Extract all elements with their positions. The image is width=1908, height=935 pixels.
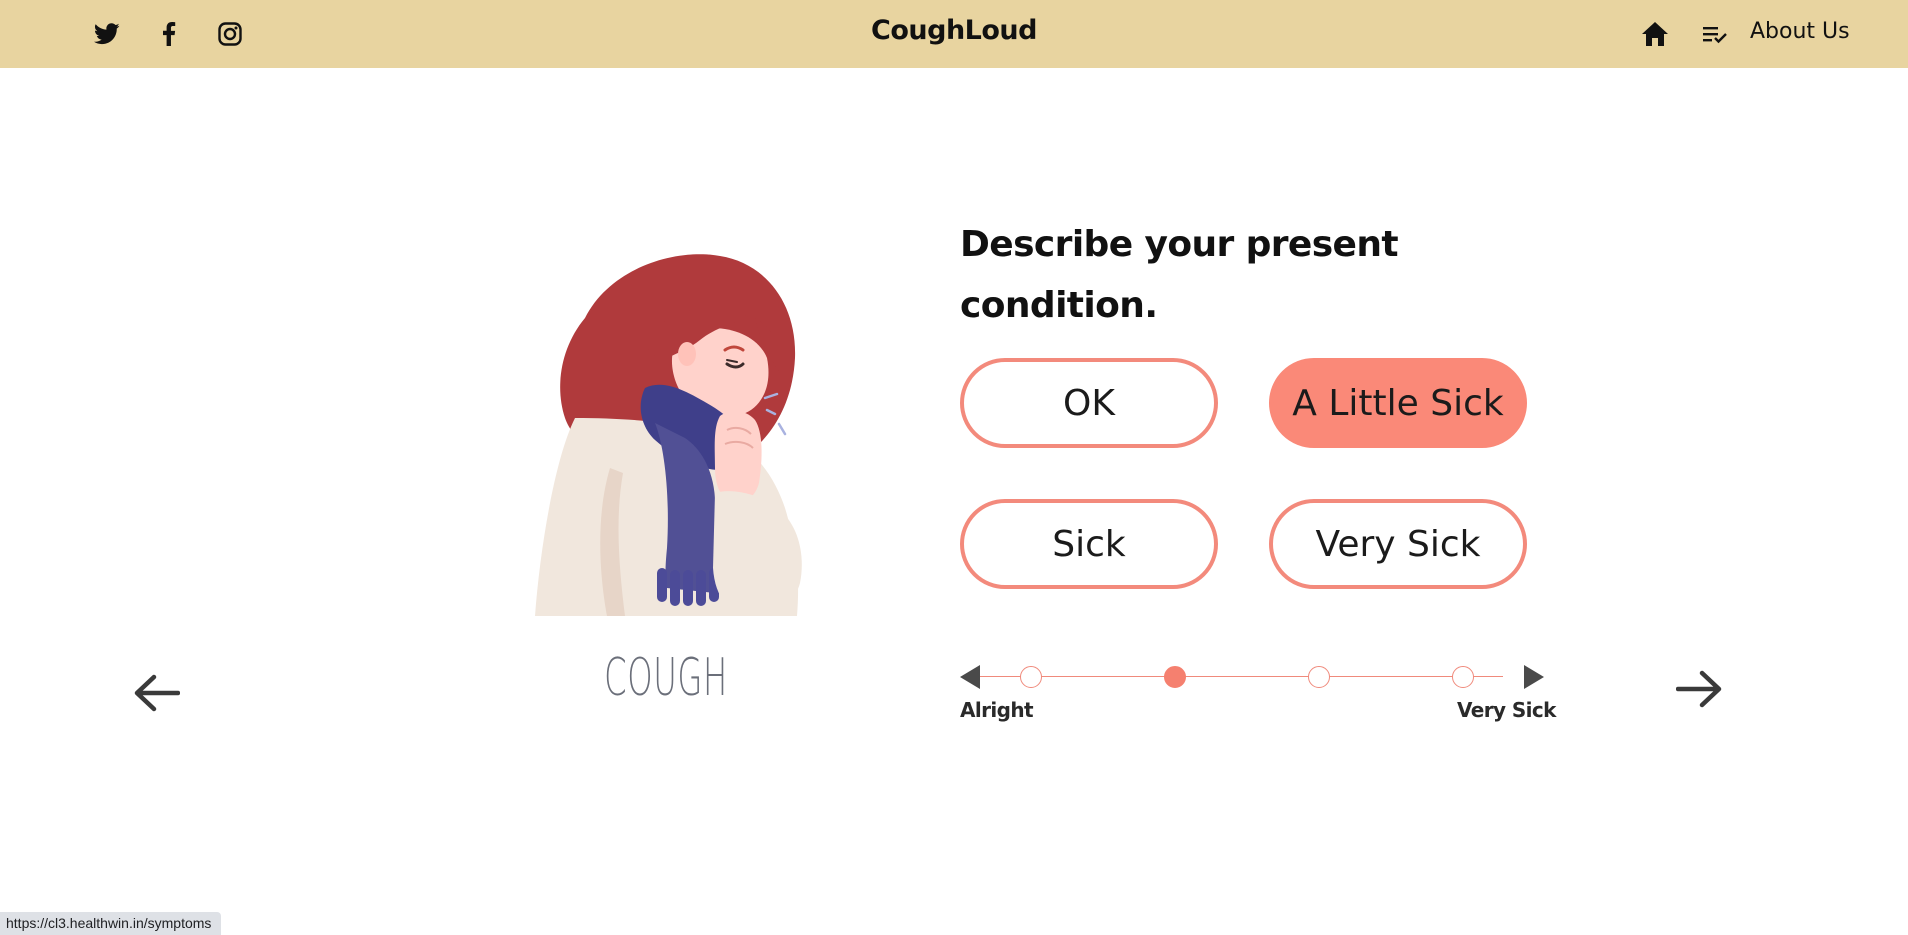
question-title: Describe your present condition. (960, 224, 1399, 326)
list-check-icon[interactable] (1700, 20, 1730, 48)
scale-step-1[interactable] (1020, 666, 1042, 688)
scale-start-arrow (960, 665, 980, 689)
twitter-icon[interactable] (93, 20, 121, 48)
arrow-left-icon[interactable] (129, 666, 183, 720)
scale-end-arrow (1524, 665, 1544, 689)
top-navbar: CoughLoud About Us (0, 0, 1908, 68)
option-a-little-sick-button[interactable]: A Little Sick (1269, 358, 1527, 448)
facebook-icon[interactable] (155, 20, 183, 48)
arrow-right-icon[interactable] (1673, 662, 1727, 716)
scale-step-4[interactable] (1452, 666, 1474, 688)
scale-step-2[interactable] (1164, 666, 1186, 688)
option-ok-button[interactable]: OK (960, 358, 1218, 448)
brand-title[interactable]: CoughLoud (0, 15, 1908, 46)
scale-min-label: Alright (960, 698, 1034, 722)
scale-step-3[interactable] (1308, 666, 1330, 688)
instagram-icon[interactable] (216, 20, 244, 48)
severity-scale[interactable] (958, 660, 1548, 694)
symptom-caption: COUGH (604, 648, 728, 708)
woman-coughing-illustration (515, 248, 805, 620)
option-very-sick-button[interactable]: Very Sick (1269, 499, 1527, 589)
home-icon[interactable] (1640, 20, 1670, 48)
about-us-link[interactable]: About Us (1750, 19, 1850, 44)
status-bar-url: https://cl3.healthwin.in/symptoms (0, 912, 222, 935)
scale-track (978, 676, 1503, 677)
option-sick-button[interactable]: Sick (960, 499, 1218, 589)
scale-max-label: Very Sick (1457, 698, 1556, 722)
